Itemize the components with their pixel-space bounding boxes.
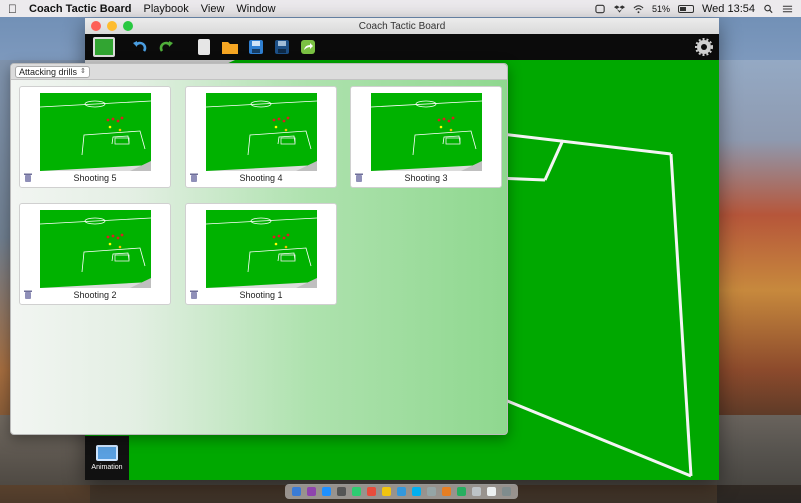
battery-percent: 51% — [651, 3, 670, 14]
coach-tactic-board-icon[interactable] — [457, 487, 466, 496]
apple-logo-icon[interactable]:  — [8, 2, 17, 16]
preferences-icon[interactable] — [427, 487, 436, 496]
save-icon[interactable] — [245, 37, 267, 57]
downloads-icon[interactable] — [487, 487, 496, 496]
drills-panel-header: Attacking drills ⇕ — [11, 64, 507, 80]
photos-icon[interactable] — [442, 487, 451, 496]
wifi-icon[interactable] — [633, 4, 644, 14]
drill-card[interactable]: Shooting 1 — [185, 203, 337, 305]
drill-card[interactable]: Shooting 5 — [19, 86, 171, 188]
drill-card-label: Shooting 3 — [404, 173, 448, 183]
menu-list-icon[interactable] — [782, 4, 793, 14]
icloud-icon[interactable] — [595, 4, 606, 14]
window-title: Coach Tactic Board — [358, 20, 446, 32]
battery-icon[interactable] — [677, 4, 694, 13]
drill-card-label: Shooting 5 — [73, 173, 117, 183]
drill-thumbnail — [206, 93, 317, 171]
drill-thumbnail — [206, 210, 317, 288]
drill-card[interactable]: Shooting 2 — [19, 203, 171, 305]
finder-icon[interactable] — [292, 487, 301, 496]
dock — [285, 484, 518, 499]
safari-icon[interactable] — [322, 487, 331, 496]
drill-thumbnail — [40, 93, 151, 171]
calendar-icon[interactable] — [367, 487, 376, 496]
drill-card[interactable]: Shooting 3 — [350, 86, 502, 188]
dropbox-icon[interactable] — [613, 4, 625, 14]
toolbar — [85, 34, 719, 60]
drill-card-label: Shooting 2 — [73, 290, 117, 300]
siri-icon[interactable] — [307, 487, 316, 496]
facetime-icon[interactable] — [352, 487, 361, 496]
document-icon[interactable] — [472, 487, 481, 496]
menu-window[interactable]: Window — [236, 3, 275, 15]
share-icon[interactable] — [297, 37, 319, 57]
drill-card-label: Shooting 4 — [239, 173, 283, 183]
settings-gear-icon[interactable] — [695, 38, 713, 59]
filmstrip-icon — [96, 445, 118, 461]
search-icon[interactable] — [763, 4, 774, 14]
drill-card-label: Shooting 1 — [239, 290, 283, 300]
save-as-icon[interactable] — [271, 37, 293, 57]
drill-thumbnail — [40, 210, 151, 288]
field-icon[interactable] — [93, 37, 115, 57]
redo-icon[interactable] — [155, 37, 177, 57]
notes-icon[interactable] — [382, 487, 391, 496]
trash-icon[interactable] — [502, 487, 511, 496]
open-folder-icon[interactable] — [219, 37, 241, 57]
launchpad-icon[interactable] — [337, 487, 346, 496]
chevron-updown-icon: ⇕ — [80, 67, 86, 75]
menu-app-name[interactable]: Coach Tactic Board — [29, 3, 132, 15]
menu-view[interactable]: View — [201, 3, 225, 15]
skype-icon[interactable] — [412, 487, 421, 496]
drill-thumbnail — [371, 93, 482, 171]
drill-category-select[interactable]: Attacking drills ⇕ — [15, 65, 90, 78]
new-document-icon[interactable] — [193, 37, 215, 57]
menu-playbook[interactable]: Playbook — [144, 3, 189, 15]
drill-category-value: Attacking drills — [19, 66, 78, 77]
animation-label: Animation — [91, 464, 123, 471]
appstore-icon[interactable] — [397, 487, 406, 496]
window-titlebar[interactable]: Coach Tactic Board — [85, 18, 719, 34]
drill-card[interactable]: Shooting 4 — [185, 86, 337, 188]
undo-icon[interactable] — [129, 37, 151, 57]
drills-panel: Attacking drills ⇕ Shooting 5 Shooting 4 S… — [10, 63, 508, 435]
menu-bar:  Coach Tactic Board Playbook View Windo… — [0, 0, 801, 17]
animation-button[interactable]: Animation — [85, 436, 129, 480]
menubar-clock[interactable]: Wed 13:54 — [702, 3, 755, 15]
